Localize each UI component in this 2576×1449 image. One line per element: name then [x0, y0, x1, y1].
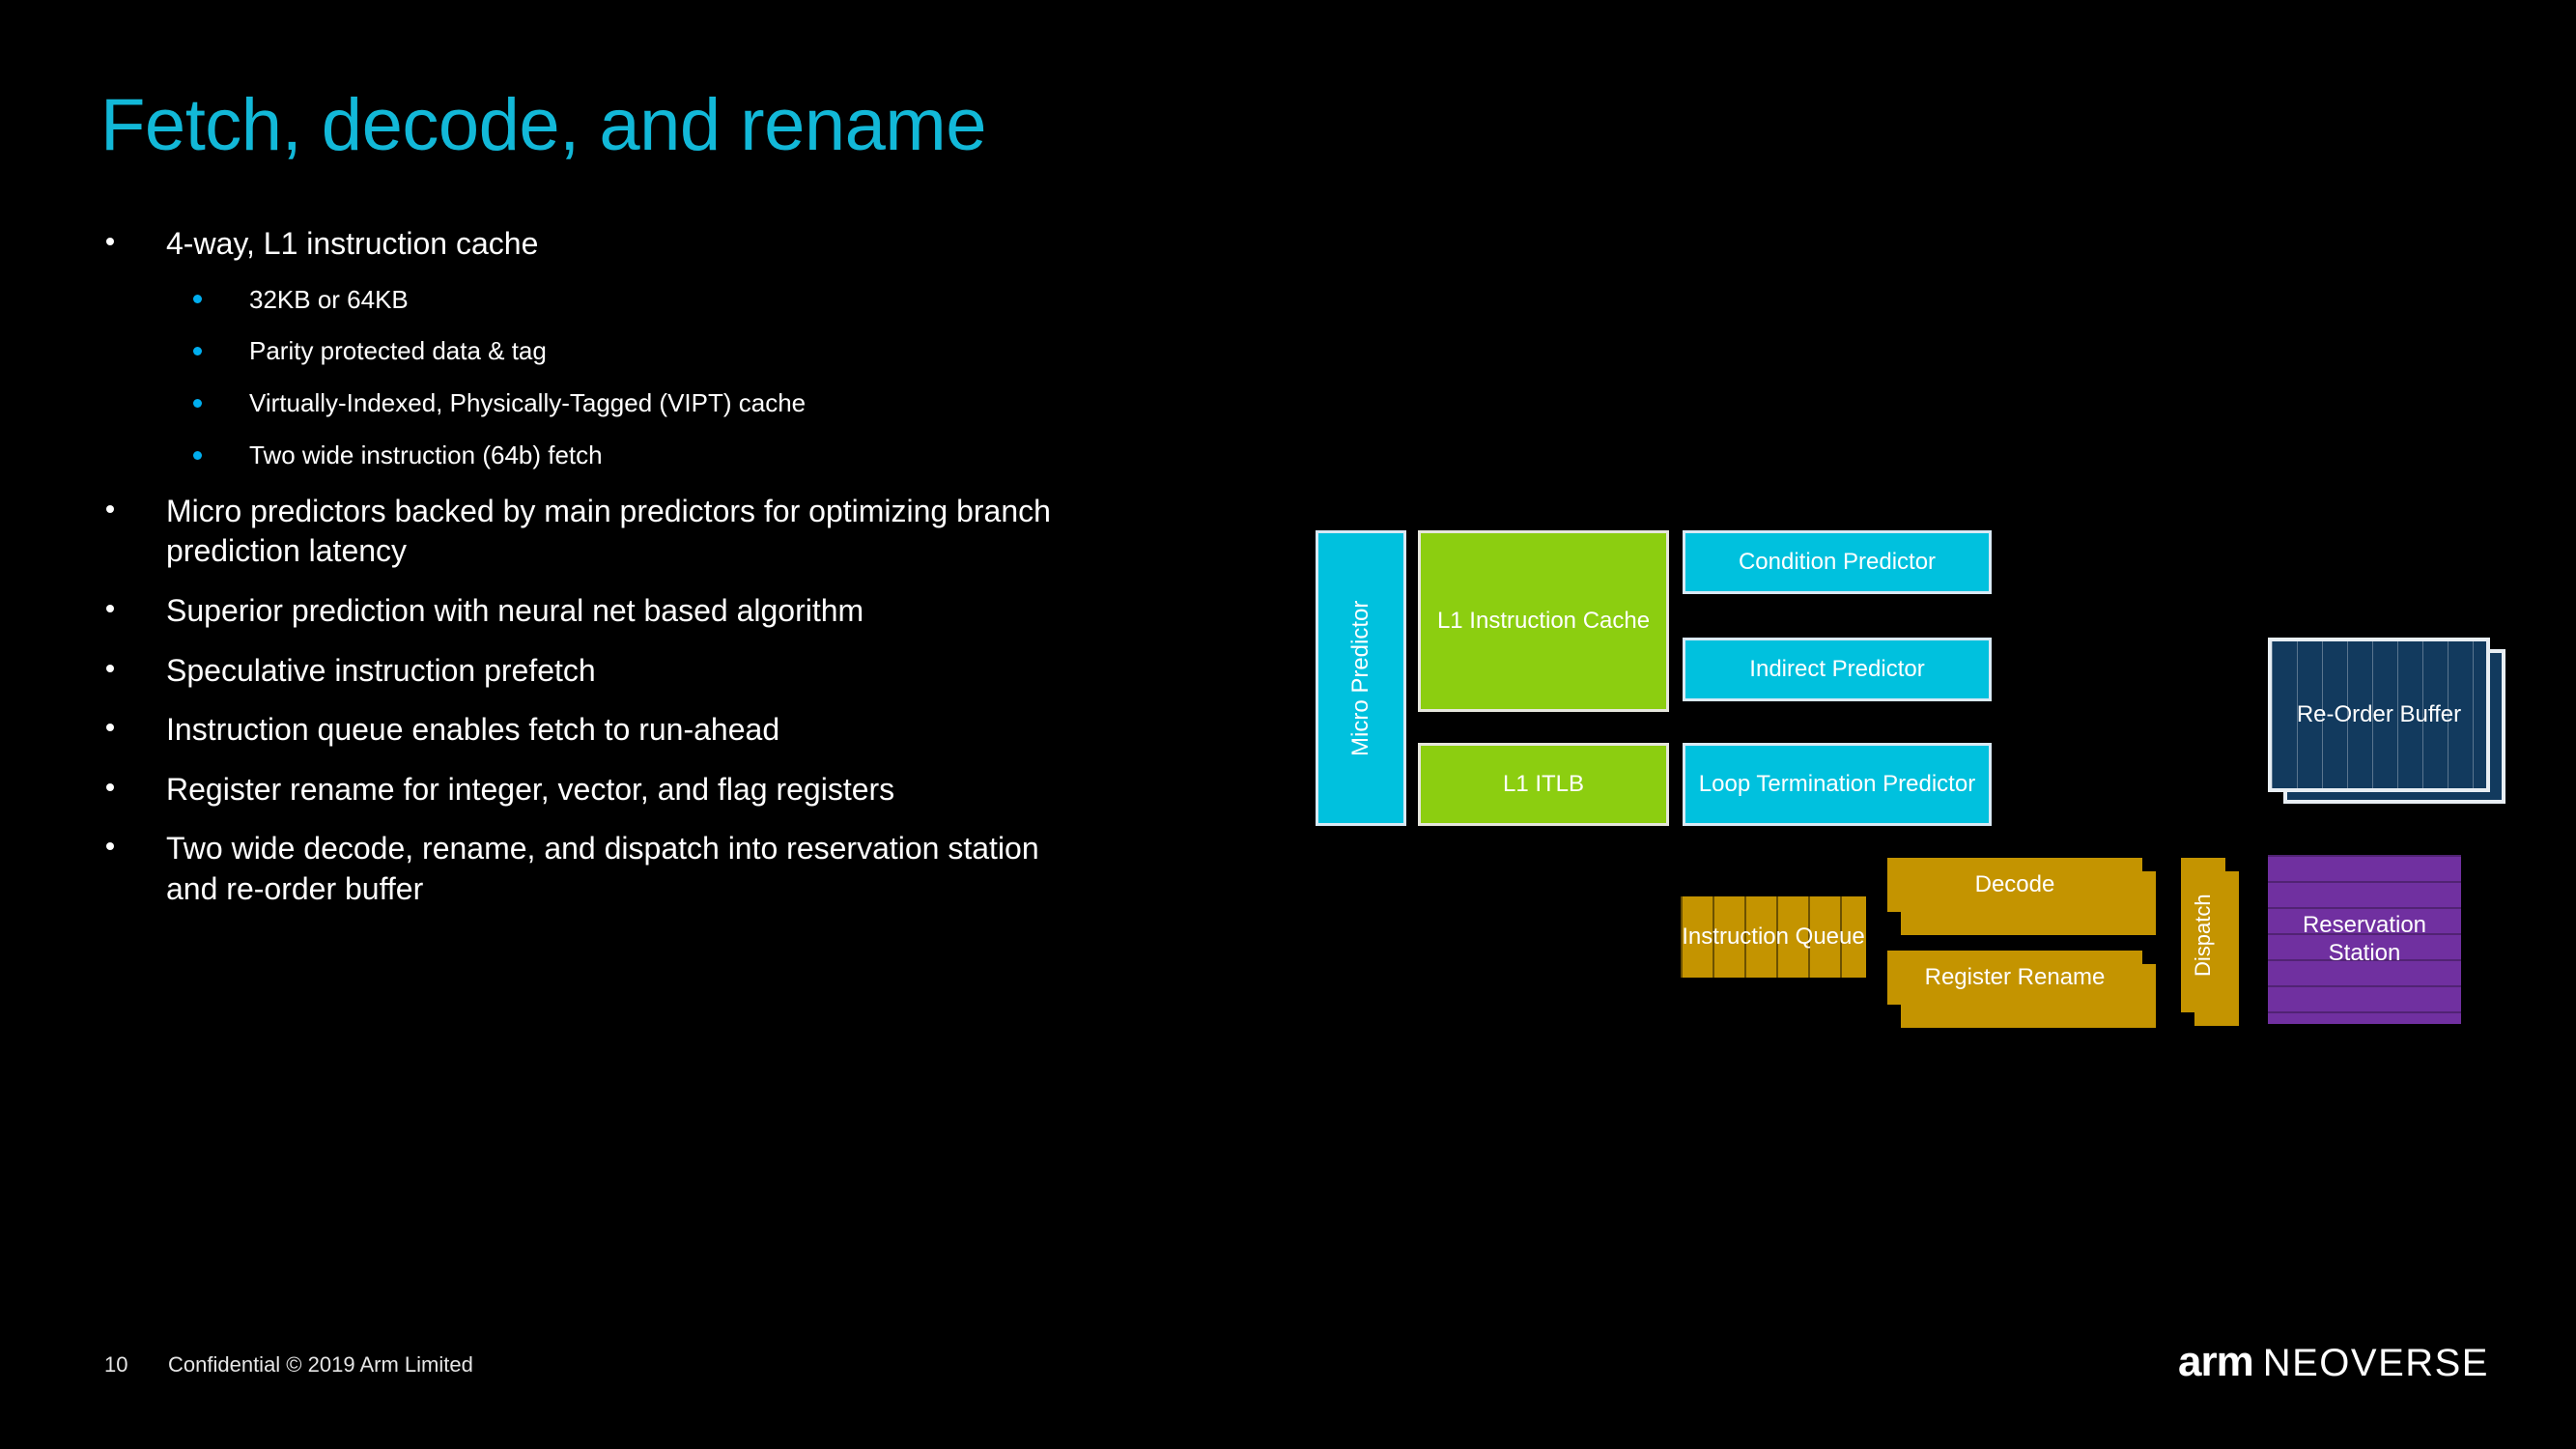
block-condition-predictor[interactable]: Condition Predictor: [1683, 530, 1992, 594]
block-reservation-station[interactable]: Reservation Station: [2268, 855, 2461, 1024]
block-register-rename-label: Register Rename: [1924, 963, 2106, 990]
list-item-label: Two wide decode, rename, and dispatch in…: [166, 831, 1039, 906]
list-item-label: 32KB or 64KB: [249, 284, 409, 314]
block-reorder-buffer-label: Re-Order Buffer: [2296, 700, 2462, 727]
block-register-rename[interactable]: Register Rename: [1887, 951, 2142, 1005]
bullet-dot-icon: [106, 238, 114, 246]
list-item-label: Instruction queue enables fetch to run-a…: [166, 712, 780, 748]
bullet-dot-icon: [106, 782, 114, 791]
list-item-label: Superior prediction with neural net base…: [166, 592, 864, 628]
block-dispatch[interactable]: Dispatch: [2181, 858, 2225, 1012]
arm-wordmark: arm: [2177, 1338, 2254, 1385]
list-item: Micro predictors backed by main predicto…: [100, 492, 1113, 572]
list-item: Instruction queue enables fetch to run-a…: [100, 710, 1298, 751]
block-l1-instruction-cache-label: L1 Instruction Cache: [1436, 607, 1651, 634]
page-number: 10: [104, 1352, 128, 1377]
bullet-dot-icon: [106, 664, 114, 672]
list-item: Speculative instruction prefetch: [100, 651, 1298, 692]
list-item-label: Two wide instruction (64b) fetch: [249, 440, 603, 469]
confidential-notice: Confidential © 2019 Arm Limited: [168, 1352, 473, 1377]
list-item-label: Register rename for integer, vector, and…: [166, 771, 895, 807]
block-loop-termination-predictor-label: Loop Termination Predictor: [1698, 770, 1976, 797]
block-l1-itlb-label: L1 ITLB: [1502, 770, 1585, 797]
block-indirect-predictor-label: Indirect Predictor: [1749, 655, 1925, 682]
block-reorder-buffer[interactable]: Re-Order Buffer: [2268, 638, 2490, 792]
list-item-label: Micro predictors backed by main predicto…: [166, 493, 1051, 569]
list-item: 32KB or 64KB: [100, 284, 1298, 317]
block-micro-predictor-label: Micro Predictor: [1346, 600, 1373, 756]
list-item-label: 4-way, L1 instruction cache: [166, 226, 539, 261]
block-l1-instruction-cache[interactable]: L1 Instruction Cache: [1418, 530, 1669, 712]
block-dispatch-label: Dispatch: [2191, 894, 2216, 977]
list-item: Virtually-Indexed, Physically-Tagged (VI…: [100, 387, 1298, 420]
list-item: Two wide decode, rename, and dispatch in…: [100, 829, 1093, 909]
arm-neoverse-logo: arm NEOVERSE: [2178, 1338, 2489, 1386]
list-item: Superior prediction with neural net base…: [100, 591, 1298, 632]
bullet-list: 4-way, L1 instruction cache 32KB or 64KB…: [100, 224, 1298, 929]
list-item: Register rename for integer, vector, and…: [100, 770, 1298, 810]
block-loop-termination-predictor[interactable]: Loop Termination Predictor: [1683, 743, 1992, 826]
bullet-dot-icon: [193, 450, 202, 460]
bullet-dot-icon: [106, 842, 114, 851]
block-reservation-station-label: Reservation Station: [2302, 912, 2427, 966]
block-decode-label: Decode: [1974, 870, 2055, 897]
block-micro-predictor[interactable]: Micro Predictor: [1316, 530, 1406, 826]
block-l1-itlb[interactable]: L1 ITLB: [1418, 743, 1669, 826]
list-item-label: Speculative instruction prefetch: [166, 652, 596, 688]
list-item: 4-way, L1 instruction cache: [100, 224, 1298, 265]
slide-canvas: Fetch, decode, and rename 4-way, L1 inst…: [0, 0, 2576, 1449]
list-item: Two wide instruction (64b) fetch: [100, 440, 1298, 472]
bullet-dot-icon: [193, 398, 202, 408]
block-indirect-predictor[interactable]: Indirect Predictor: [1683, 638, 1992, 701]
list-item-label: Virtually-Indexed, Physically-Tagged (VI…: [249, 388, 807, 418]
bullet-dot-icon: [193, 347, 202, 356]
bullet-dot-icon: [106, 504, 114, 513]
neoverse-wordmark: NEOVERSE: [2262, 1342, 2489, 1384]
block-instruction-queue[interactable]: Instruction Queue: [1681, 896, 1866, 978]
bullet-dot-icon: [106, 605, 114, 613]
bullet-dot-icon: [193, 295, 202, 304]
list-item-label: Parity protected data & tag: [249, 336, 547, 366]
list-item: Parity protected data & tag: [100, 335, 1298, 368]
bullet-dot-icon: [106, 724, 114, 732]
block-instruction-queue-label: Instruction Queue: [1682, 923, 1865, 950]
block-condition-predictor-label: Condition Predictor: [1738, 548, 1937, 575]
page-title: Fetch, decode, and rename: [100, 84, 986, 166]
block-decode[interactable]: Decode: [1887, 858, 2142, 912]
